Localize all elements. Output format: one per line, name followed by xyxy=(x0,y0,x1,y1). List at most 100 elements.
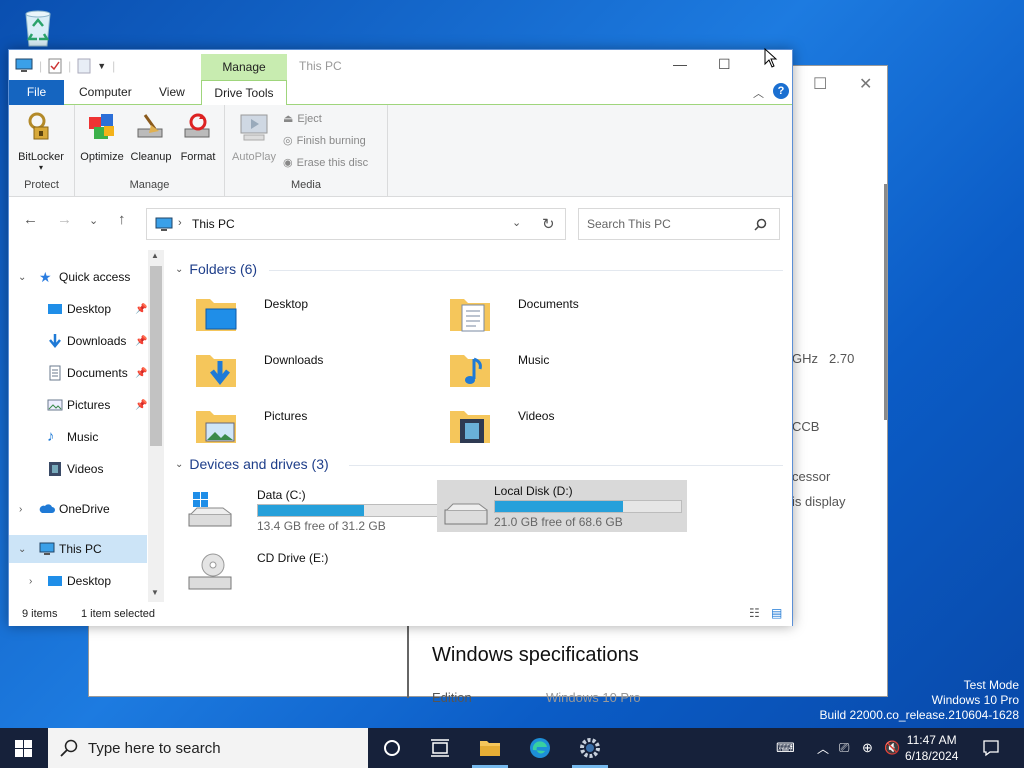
drive-c[interactable]: Data (C:) 13.4 GB free of 31.2 GB xyxy=(187,482,445,534)
properties-icon[interactable] xyxy=(48,58,62,74)
help-icon[interactable]: ? xyxy=(773,83,789,99)
minimize-icon[interactable]: — xyxy=(673,56,687,72)
recent-locations-chevron-icon[interactable]: ⌄ xyxy=(89,214,98,227)
forward-arrow-icon[interactable]: → xyxy=(57,211,72,228)
computer-icon xyxy=(155,217,173,231)
settings-gear-icon[interactable] xyxy=(578,736,602,760)
cleanup-icon xyxy=(137,114,163,138)
scroll-up-icon[interactable]: ▲ xyxy=(151,251,159,260)
folder-pictures[interactable]: Pictures xyxy=(194,403,434,453)
search-box[interactable]: Search This PC xyxy=(578,208,780,240)
drive-d[interactable]: Local Disk (D:) 21.0 GB free of 68.6 GB xyxy=(437,480,687,532)
collapse-section-chevron-icon[interactable]: ⌄ xyxy=(175,459,183,470)
refresh-icon[interactable]: ↻ xyxy=(542,215,555,233)
collapse-section-chevron-icon[interactable]: ⌄ xyxy=(175,264,183,275)
sidebar-item-music[interactable]: ♪ Music xyxy=(9,423,147,451)
cleanup-button[interactable]: Cleanup xyxy=(128,111,174,163)
manage-context-tab[interactable]: Manage xyxy=(201,54,287,81)
drives-section-header[interactable]: ⌄ Devices and drives (3) xyxy=(175,456,329,472)
eject-icon: ⏏ xyxy=(283,113,294,125)
sidebar-scrollbar[interactable]: ▲ ▼ xyxy=(148,250,164,602)
eject-button[interactable]: ⏏ Eject xyxy=(283,112,322,126)
downloads-icon xyxy=(49,334,61,348)
meet-now-icon[interactable]: ⎚ xyxy=(839,740,849,756)
title-bar[interactable]: | | ▼ | Manage This PC — ☐ xyxy=(9,50,792,81)
collapse-chevron-icon[interactable]: › xyxy=(19,504,22,515)
recycle-bin-icon[interactable] xyxy=(18,8,58,48)
sidebar-item-documents[interactable]: Documents 📌 xyxy=(9,359,147,387)
folder-videos[interactable]: Videos xyxy=(448,403,688,453)
sidebar-item-pictures[interactable]: Pictures 📌 xyxy=(9,391,147,419)
tab-computer[interactable]: Computer xyxy=(79,80,132,105)
expand-chevron-icon[interactable]: ⌄ xyxy=(18,272,26,283)
sidebar-item-onedrive[interactable]: › OneDrive xyxy=(9,495,147,523)
back-arrow-icon[interactable]: ← xyxy=(23,211,38,228)
details-view-icon[interactable]: ☷ xyxy=(749,606,760,620)
task-view-icon[interactable] xyxy=(428,736,452,760)
up-arrow-icon[interactable]: ↑ xyxy=(118,211,126,228)
spec-fragment: GHz xyxy=(792,351,818,366)
item-count: 9 items xyxy=(22,608,58,620)
search-input[interactable]: Search This PC xyxy=(587,217,671,231)
window-title: This PC xyxy=(299,59,342,73)
expand-chevron-icon[interactable]: ⌄ xyxy=(18,544,26,555)
ribbon: BitLocker ▾ Protect Optimize Cleanup For… xyxy=(9,105,792,197)
close-icon[interactable]: ✕ xyxy=(859,74,872,94)
touch-keyboard-icon[interactable]: ⌨ xyxy=(776,740,795,756)
optimize-button[interactable]: Optimize xyxy=(78,111,126,163)
sidebar-item-this-pc-desktop[interactable]: › Desktop xyxy=(9,567,147,595)
section-divider xyxy=(269,270,783,271)
folder-desktop[interactable]: Desktop xyxy=(194,291,434,341)
folders-section-header[interactable]: ⌄ Folders (6) xyxy=(175,261,257,277)
volume-muted-icon[interactable]: 🔇 xyxy=(884,740,900,756)
format-button[interactable]: Format xyxy=(176,111,220,163)
maximize-icon[interactable]: ☐ xyxy=(813,74,827,94)
videos-icon xyxy=(49,462,61,476)
file-explorer-taskbar-icon[interactable] xyxy=(478,736,502,760)
folder-documents[interactable]: Documents xyxy=(448,291,688,341)
address-bar[interactable]: › This PC ⌄ ↻ xyxy=(146,208,566,240)
erase-disc-button[interactable]: ◉ Erase this disc xyxy=(283,156,368,170)
taskbar: Type here to search ⌨ ︿ ⎚ ⊕ 🔇 11:47 AM 6… xyxy=(0,728,1024,768)
collapse-ribbon-icon[interactable]: ︿ xyxy=(753,85,764,101)
pin-icon: 📌 xyxy=(135,303,148,315)
tab-view[interactable]: View xyxy=(159,80,185,105)
bitlocker-button[interactable]: BitLocker ▾ xyxy=(16,111,66,172)
scrollbar-thumb[interactable] xyxy=(150,266,162,446)
folder-downloads[interactable]: Downloads xyxy=(194,347,434,397)
show-hidden-icons-chevron-icon[interactable]: ︿ xyxy=(817,740,829,757)
collapse-chevron-icon[interactable]: › xyxy=(29,576,32,587)
sidebar-item-this-pc[interactable]: ⌄ This PC xyxy=(9,535,147,563)
desktop-icon xyxy=(48,576,62,586)
address-dropdown-icon[interactable]: ⌄ xyxy=(512,216,521,229)
navigation-pane: ⌄ ★ Quick access Desktop 📌 Downloads 📌 D… xyxy=(9,250,164,602)
tab-file[interactable]: File xyxy=(9,80,64,105)
scrollbar[interactable] xyxy=(884,184,887,420)
sidebar-item-quick-access[interactable]: ⌄ ★ Quick access xyxy=(9,263,147,291)
taskbar-search-input[interactable]: Type here to search xyxy=(88,740,221,757)
system-clock[interactable]: 11:47 AM 6/18/2024 xyxy=(905,732,958,764)
autoplay-button[interactable]: AutoPlay xyxy=(229,111,279,163)
cortana-icon[interactable] xyxy=(380,736,404,760)
edge-browser-icon[interactable] xyxy=(528,736,552,760)
maximize-icon[interactable]: ☐ xyxy=(718,56,731,73)
tab-drive-tools[interactable]: Drive Tools xyxy=(201,80,287,106)
quick-access-toolbar: | | ▼ | xyxy=(15,58,115,74)
large-icons-view-icon[interactable]: ▤ xyxy=(771,606,782,620)
windows-start-icon[interactable] xyxy=(15,740,32,757)
sidebar-item-desktop[interactable]: Desktop 📌 xyxy=(9,295,147,323)
taskbar-search-box[interactable]: Type here to search xyxy=(48,728,368,768)
search-icon xyxy=(754,218,767,231)
scroll-down-icon[interactable]: ▼ xyxy=(151,588,159,597)
sidebar-item-downloads[interactable]: Downloads 📌 xyxy=(9,327,147,355)
new-folder-icon[interactable] xyxy=(77,58,91,74)
disc-icon: ◎ xyxy=(283,135,293,147)
sidebar-item-videos[interactable]: Videos xyxy=(9,455,147,483)
network-globe-icon[interactable]: ⊕ xyxy=(862,740,873,756)
computer-icon xyxy=(39,542,55,555)
notification-center-icon[interactable] xyxy=(982,739,1000,757)
drive-e[interactable]: CD Drive (E:) xyxy=(187,545,437,597)
customize-toolbar-chevron-icon[interactable]: ▼ xyxy=(97,61,106,71)
finish-burning-button[interactable]: ◎ Finish burning xyxy=(283,134,366,148)
folder-music[interactable]: Music xyxy=(448,347,688,397)
